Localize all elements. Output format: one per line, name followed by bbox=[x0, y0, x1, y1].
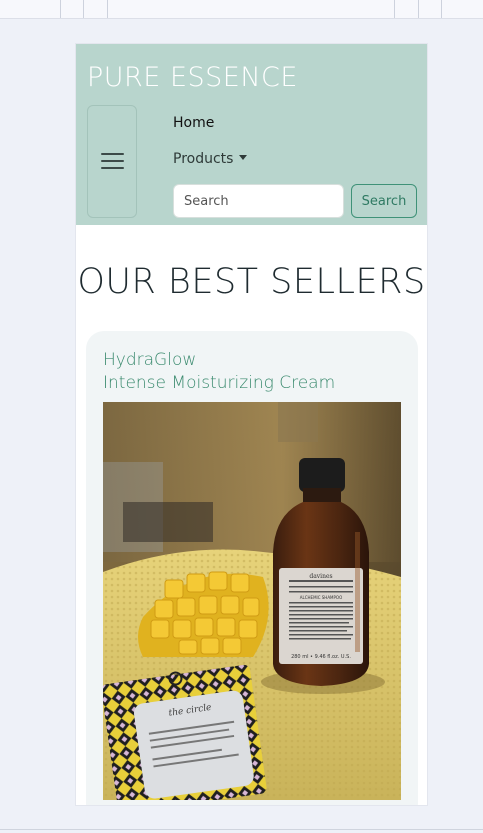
mobile-viewport: PURE ESSENCE Home Products Search OUR BE… bbox=[76, 44, 427, 805]
search-input[interactable] bbox=[173, 184, 344, 218]
bottle-brand-text: davines bbox=[309, 573, 332, 580]
nav-dropdown-products[interactable]: Products bbox=[173, 151, 248, 167]
menu-toggle-button[interactable] bbox=[87, 105, 137, 218]
search-button[interactable]: Search bbox=[351, 184, 417, 218]
product-card[interactable]: HydraGlow Intense Moisturizing Cream dav… bbox=[86, 331, 418, 805]
section-title: OUR BEST SELLERS bbox=[77, 262, 426, 302]
product-title-line-1: HydraGlow bbox=[103, 350, 197, 370]
ruler-tick bbox=[83, 0, 84, 18]
browser-top-strip bbox=[0, 0, 483, 19]
navbar: PURE ESSENCE Home Products Search bbox=[76, 44, 427, 225]
caret-down-icon bbox=[239, 155, 248, 160]
ruler-tick bbox=[60, 0, 61, 18]
ruler-tick bbox=[441, 0, 442, 18]
bottle-volume-text: 280 ml • 9.46 fl.oz. U.S. bbox=[291, 654, 351, 660]
bottom-divider bbox=[0, 829, 483, 830]
brand-logo[interactable]: PURE ESSENCE bbox=[87, 62, 298, 93]
product-title[interactable]: HydraGlow Intense Moisturizing Cream bbox=[103, 349, 335, 395]
ruler-tick bbox=[107, 0, 108, 18]
product-title-line-2: Intense Moisturizing Cream bbox=[103, 373, 336, 393]
nav-link-products-label: Products bbox=[173, 151, 234, 167]
nav-link-home[interactable]: Home bbox=[173, 115, 214, 131]
bottle-product-text: ALCHEMIC SHAMPOO bbox=[300, 595, 342, 600]
product-photo: davines ALCHEMIC SHAMPOO 280 ml • 9.46 f… bbox=[103, 402, 401, 800]
ruler-tick bbox=[418, 0, 419, 18]
ruler-tick bbox=[394, 0, 395, 18]
